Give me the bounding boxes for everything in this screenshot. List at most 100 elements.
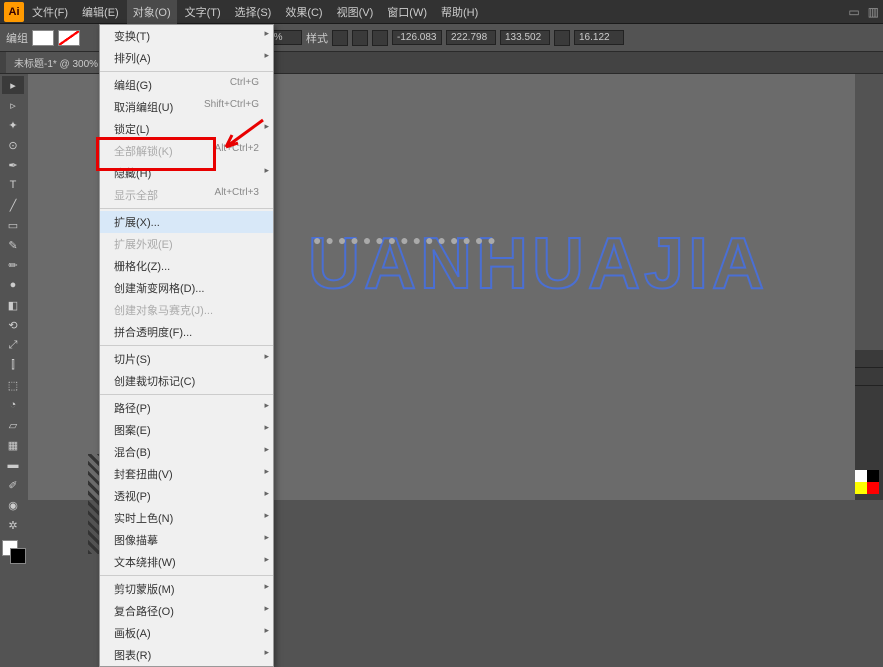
- menu-item-11[interactable]: 创建渐变网格(D)...: [100, 277, 273, 299]
- top-icon-1[interactable]: ▭: [848, 5, 859, 19]
- width-tool[interactable]: ⫿: [2, 356, 24, 374]
- menu-item-20[interactable]: 透视(P): [100, 485, 273, 507]
- menu-file[interactable]: 文件(F): [26, 0, 74, 24]
- menu-item-label: 全部解锁(K): [114, 143, 173, 159]
- y-value[interactable]: 222.798: [446, 30, 496, 45]
- selection-tool[interactable]: ▸: [2, 76, 24, 94]
- menu-item-26[interactable]: 画板(A): [100, 622, 273, 644]
- menu-item-14[interactable]: 切片(S): [100, 348, 273, 370]
- menu-item-label: 图案(E): [114, 422, 151, 438]
- menu-help[interactable]: 帮助(H): [435, 0, 484, 24]
- panel-tab-1[interactable]: [855, 350, 883, 368]
- menu-item-23[interactable]: 文本绕排(W): [100, 551, 273, 573]
- menu-item-label: 编组(G): [114, 77, 152, 93]
- menubar: Ai 文件(F) 编辑(E) 对象(O) 文字(T) 选择(S) 效果(C) 视…: [0, 0, 883, 24]
- menu-item-8[interactable]: 扩展(X)...: [100, 211, 273, 233]
- menu-item-13[interactable]: 拼合透明度(F)...: [100, 321, 273, 343]
- menu-item-label: 复合路径(O): [114, 603, 174, 619]
- menu-item-6[interactable]: 隐藏(H): [100, 162, 273, 184]
- panel-tab-2[interactable]: [855, 368, 883, 386]
- top-icon-2[interactable]: ▥: [868, 5, 879, 19]
- symbol-tool[interactable]: ✲: [2, 516, 24, 534]
- menu-item-label: 拼合透明度(F)...: [114, 324, 192, 340]
- menu-edit[interactable]: 编辑(E): [76, 0, 125, 24]
- type-tool[interactable]: T: [2, 176, 24, 194]
- menu-item-16[interactable]: 路径(P): [100, 397, 273, 419]
- menu-select[interactable]: 选择(S): [229, 0, 278, 24]
- menu-item-9: 扩展外观(E): [100, 233, 273, 255]
- menu-item-24[interactable]: 剪切蒙版(M): [100, 578, 273, 600]
- menu-separator: [100, 394, 273, 395]
- menu-window[interactable]: 窗口(W): [381, 0, 433, 24]
- menu-type[interactable]: 文字(T): [179, 0, 227, 24]
- eraser-tool[interactable]: ◧: [2, 296, 24, 314]
- menu-item-25[interactable]: 复合路径(O): [100, 600, 273, 622]
- menu-item-label: 创建裁切标记(C): [114, 373, 195, 389]
- h-value[interactable]: 16.122: [574, 30, 624, 45]
- menu-item-shortcut: Alt+Ctrl+2: [215, 143, 259, 159]
- menu-item-17[interactable]: 图案(E): [100, 419, 273, 441]
- menu-item-15[interactable]: 创建裁切标记(C): [100, 370, 273, 392]
- menu-object[interactable]: 对象(O): [127, 0, 177, 24]
- rect-tool[interactable]: ▭: [2, 216, 24, 234]
- pencil-tool[interactable]: ✏: [2, 256, 24, 274]
- menu-item-1[interactable]: 排列(A): [100, 47, 273, 69]
- gradient-tool[interactable]: ▬: [2, 456, 24, 474]
- menu-item-label: 锁定(L): [114, 121, 149, 137]
- menu-item-27[interactable]: 图表(R): [100, 644, 273, 666]
- menu-item-0[interactable]: 变换(T): [100, 25, 273, 47]
- toolbox: ▸ ▹ ✦ ⊙ ✒ T ╱ ▭ ✎ ✏ ● ◧ ⟲ ⤢ ⫿ ⬚ ◔ ▱ ▦ ▬ …: [0, 74, 28, 570]
- lasso-tool[interactable]: ⊙: [2, 136, 24, 154]
- blend-tool[interactable]: ◉: [2, 496, 24, 514]
- right-dock[interactable]: [855, 350, 883, 500]
- menu-item-label: 混合(B): [114, 444, 151, 460]
- line-tool[interactable]: ╱: [2, 196, 24, 214]
- align-icon-2[interactable]: [352, 30, 368, 46]
- swatch-white[interactable]: [855, 470, 867, 482]
- w-value[interactable]: 133.502: [500, 30, 550, 45]
- direct-select-tool[interactable]: ▹: [2, 96, 24, 114]
- menu-item-shortcut: Shift+Ctrl+G: [204, 99, 259, 115]
- brush-tool[interactable]: ✎: [2, 236, 24, 254]
- menu-item-3[interactable]: 取消编组(U)Shift+Ctrl+G: [100, 96, 273, 118]
- menu-item-21[interactable]: 实时上色(N): [100, 507, 273, 529]
- align-icon-3[interactable]: [372, 30, 388, 46]
- menu-item-22[interactable]: 图像描摹: [100, 529, 273, 551]
- menu-item-label: 图表(R): [114, 647, 151, 663]
- menu-item-4[interactable]: 锁定(L): [100, 118, 273, 140]
- menu-item-18[interactable]: 混合(B): [100, 441, 273, 463]
- menu-item-label: 显示全部: [114, 187, 158, 203]
- swatch-yellow[interactable]: [855, 482, 867, 494]
- menu-item-label: 扩展(X)...: [114, 214, 160, 230]
- menu-effect[interactable]: 效果(C): [279, 0, 328, 24]
- stroke-color[interactable]: [10, 548, 26, 564]
- link-icon[interactable]: [554, 30, 570, 46]
- menu-item-2[interactable]: 编组(G)Ctrl+G: [100, 74, 273, 96]
- eyedropper-tool[interactable]: ✐: [2, 476, 24, 494]
- rotate-tool[interactable]: ⟲: [2, 316, 24, 334]
- mesh-tool[interactable]: ▦: [2, 436, 24, 454]
- doc-tab[interactable]: 未标题-1* @ 300%: [6, 52, 106, 73]
- color-swatches[interactable]: [855, 470, 883, 500]
- menu-separator: [100, 575, 273, 576]
- free-transform-tool[interactable]: ⬚: [2, 376, 24, 394]
- shape-builder-tool[interactable]: ◔: [2, 396, 24, 414]
- x-value[interactable]: -126.083: [392, 30, 442, 45]
- swatch-black[interactable]: [867, 470, 879, 482]
- menu-item-10[interactable]: 栅格化(Z)...: [100, 255, 273, 277]
- align-icon-1[interactable]: [332, 30, 348, 46]
- menu-view[interactable]: 视图(V): [331, 0, 380, 24]
- pen-tool[interactable]: ✒: [2, 156, 24, 174]
- swatch-red[interactable]: [867, 482, 879, 494]
- scale-tool[interactable]: ⤢: [2, 336, 24, 354]
- blob-tool[interactable]: ●: [2, 276, 24, 294]
- menu-item-7: 显示全部Alt+Ctrl+3: [100, 184, 273, 206]
- menu-item-label: 隐藏(H): [114, 165, 151, 181]
- menu-item-19[interactable]: 封套扭曲(V): [100, 463, 273, 485]
- stroke-swatch[interactable]: [58, 30, 80, 46]
- wand-tool[interactable]: ✦: [2, 116, 24, 134]
- fill-stroke-swatch[interactable]: [2, 540, 26, 564]
- perspective-tool[interactable]: ▱: [2, 416, 24, 434]
- fill-swatch[interactable]: [32, 30, 54, 46]
- opt-style[interactable]: 样式: [306, 30, 328, 46]
